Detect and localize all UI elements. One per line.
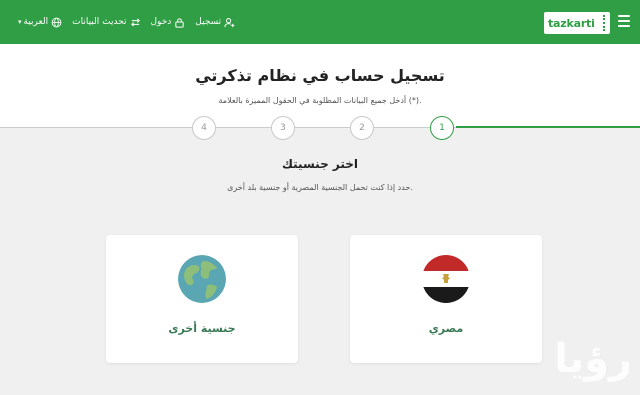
globe-icon: [51, 17, 62, 28]
tazkarti-logo[interactable]: tazkarti: [544, 12, 610, 34]
page-subtitle: أدخل جميع البيانات المطلوبة في الحقول ال…: [218, 96, 422, 105]
swap-arrows-icon: [130, 17, 141, 28]
update-data-link[interactable]: تحديث البيانات: [72, 17, 140, 28]
watermark-logo: رؤيا: [554, 336, 632, 382]
stepper-progress: [456, 126, 640, 128]
other-nationality-label: جنسية أخرى: [168, 322, 236, 335]
register-label: تسجيل: [195, 17, 222, 27]
step-4: 4: [192, 116, 216, 140]
step-1: 1: [430, 116, 454, 140]
chevron-down-icon: ▾: [18, 18, 22, 26]
globe-icon: [178, 255, 226, 303]
language-selector[interactable]: العربية ▾: [18, 17, 62, 28]
other-nationality-card[interactable]: جنسية أخرى: [106, 235, 298, 363]
menu-icon[interactable]: [618, 15, 630, 27]
page-title: تسجيل حساب في نظام تذكرتي: [195, 66, 445, 85]
register-link[interactable]: تسجيل: [195, 17, 235, 28]
page-header: [0, 44, 640, 127]
egyptian-nationality-card[interactable]: مصري: [350, 235, 542, 363]
user-add-icon: [224, 17, 235, 28]
top-navigation-bar: tazkarti تسجيل دخول تحديث البيانات العرب…: [0, 0, 640, 44]
step-3: 3: [271, 116, 295, 140]
logo-text: tazkarti: [548, 16, 595, 30]
section-subtitle: حدد إذا كنت تحمل الجنسية المصرية أو جنسي…: [227, 183, 413, 192]
login-link[interactable]: دخول: [151, 17, 186, 28]
header-nav: تسجيل دخول تحديث البيانات العربية ▾: [8, 0, 235, 44]
section-title: اختر جنسيتك: [281, 157, 359, 171]
step-2: 2: [350, 116, 374, 140]
egypt-flag-icon: [422, 255, 470, 303]
update-data-label: تحديث البيانات: [72, 17, 127, 27]
egyptian-label: مصري: [428, 322, 464, 335]
logo-ticket-mark: [603, 15, 607, 31]
lock-icon: [174, 17, 185, 28]
login-label: دخول: [150, 17, 172, 27]
language-label: العربية: [23, 17, 49, 27]
